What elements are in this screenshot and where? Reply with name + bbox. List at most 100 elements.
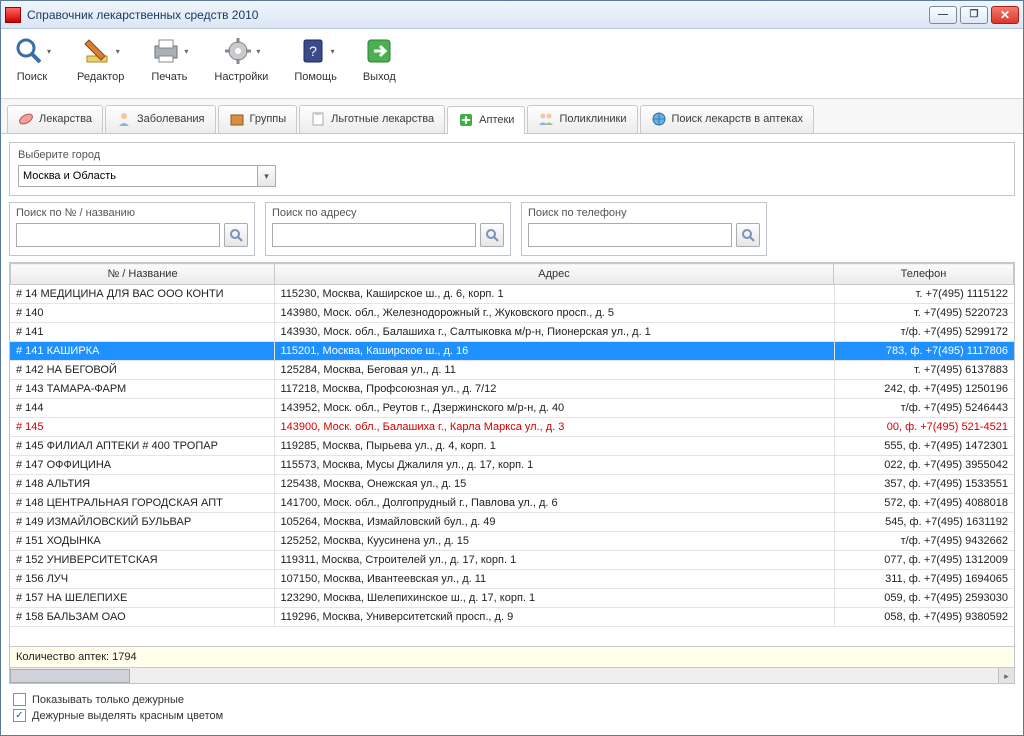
cell-address: 115230, Москва, Каширское ш., д. 6, корп… — [274, 285, 834, 304]
dropdown-caret-icon: ▾ — [116, 47, 120, 56]
table-row[interactable]: # 152 УНИВЕРСИТЕТСКАЯ119311, Москва, Стр… — [10, 551, 1014, 570]
cell-phone: 783, ф. +7(495) 1117806 — [834, 342, 1014, 361]
tab-label: Группы — [250, 113, 287, 125]
cell-address: 119311, Москва, Строителей ул., д. 17, к… — [274, 551, 834, 570]
cell-phone: 242, ф. +7(495) 1250196 — [834, 380, 1014, 399]
table-row[interactable]: # 143 ТАМАРА-ФАРМ117218, Москва, Профсою… — [10, 380, 1014, 399]
toolbar-label: Поиск — [17, 71, 47, 83]
search-by-phone-button[interactable] — [736, 223, 760, 247]
city-label: Выберите город — [18, 149, 1006, 161]
cell-address: 125438, Москва, Онежская ул., д. 15 — [274, 475, 834, 494]
checkbox-duty-red[interactable]: ✓ — [13, 709, 26, 722]
table-row[interactable]: # 157 НА ШЕЛЕПИХЕ123290, Москва, Шелепих… — [10, 589, 1014, 608]
cell-phone: т/ф. +7(495) 5299172 — [834, 323, 1014, 342]
minimize-button[interactable]: — — [929, 6, 957, 24]
tab-medicines[interactable]: Лекарства — [7, 105, 103, 133]
search-by-address-button[interactable] — [480, 223, 504, 247]
column-header-name[interactable]: № / Название — [11, 264, 275, 285]
pharmacy-table: № / Название Адрес Телефон # 14 МЕДИЦИНА… — [9, 262, 1015, 684]
cell-phone: т. +7(495) 5220723 — [834, 304, 1014, 323]
toolbar-settings[interactable]: ▾ Настройки — [214, 35, 268, 83]
cell-phone: т. +7(495) 6137883 — [834, 361, 1014, 380]
table-row[interactable]: # 148 АЛЬТИЯ125438, Москва, Онежская ул.… — [10, 475, 1014, 494]
gear-icon — [222, 35, 254, 67]
cell-address: 143930, Моск. обл., Балашиха г., Салтыко… — [274, 323, 834, 342]
toolbar-print[interactable]: ▾ Печать — [150, 35, 188, 83]
cell-name: # 147 ОФФИЦИНА — [10, 456, 274, 475]
cell-phone: 077, ф. +7(495) 1312009 — [834, 551, 1014, 570]
search-icon — [229, 228, 243, 242]
search-by-phone-input[interactable] — [528, 223, 732, 247]
person-icon — [116, 111, 132, 127]
tab-pharmacies[interactable]: Аптеки — [447, 106, 525, 134]
scroll-thumb[interactable] — [10, 669, 130, 683]
svg-text:?: ? — [309, 43, 317, 59]
table-row[interactable]: # 156 ЛУЧ107150, Москва, Ивантеевская ул… — [10, 570, 1014, 589]
checkbox-label: Показывать только дежурные — [32, 694, 184, 706]
table-row[interactable]: # 141 КАШИРКА115201, Москва, Каширское ш… — [10, 342, 1014, 361]
search-by-name-button[interactable] — [224, 223, 248, 247]
table-row[interactable]: # 14 МЕДИЦИНА ДЛЯ ВАС ООО КОНТИ115230, М… — [10, 285, 1014, 304]
table-row[interactable]: # 145 ФИЛИАЛ АПТЕКИ # 400 ТРОПАР119285, … — [10, 437, 1014, 456]
table-row[interactable]: # 145143900, Моск. обл., Балашиха г., Ка… — [10, 418, 1014, 437]
plus-icon — [458, 112, 474, 128]
tab-diseases[interactable]: Заболевания — [105, 105, 216, 133]
toolbar-label: Помощь — [294, 71, 337, 83]
checkbox-duty-only[interactable] — [13, 693, 26, 706]
horizontal-scrollbar[interactable]: ▸ — [10, 667, 1014, 683]
table-row[interactable]: # 140143980, Моск. обл., Железнодорожный… — [10, 304, 1014, 323]
title-bar: Справочник лекарственных средств 2010 — … — [1, 1, 1023, 29]
tab-clinics[interactable]: Поликлиники — [527, 105, 637, 133]
table-row[interactable]: # 148 ЦЕНТРАЛЬНАЯ ГОРОДСКАЯ АПТ141700, М… — [10, 494, 1014, 513]
search-label: Поиск по № / названию — [16, 207, 248, 219]
tab-label: Поиск лекарств в аптеках — [672, 113, 803, 125]
toolbar-search[interactable]: ▾ Поиск — [13, 35, 51, 83]
table-row[interactable]: # 144143952, Моск. обл., Реутов г., Дзер… — [10, 399, 1014, 418]
cell-address: 143952, Моск. обл., Реутов г., Дзержинск… — [274, 399, 834, 418]
tab-pharmacy-search[interactable]: Поиск лекарств в аптеках — [640, 105, 814, 133]
close-button[interactable]: ✕ — [991, 6, 1019, 24]
table-row[interactable]: # 141143930, Моск. обл., Балашиха г., Са… — [10, 323, 1014, 342]
exit-icon — [363, 35, 395, 67]
search-by-address-input[interactable] — [272, 223, 476, 247]
window-title: Справочник лекарственных средств 2010 — [27, 8, 929, 22]
cell-address: 143900, Моск. обл., Балашиха г., Карла М… — [274, 418, 834, 437]
toolbar-exit[interactable]: Выход — [363, 35, 396, 83]
maximize-button[interactable]: ❐ — [960, 6, 988, 24]
cell-phone: т/ф. +7(495) 5246443 — [834, 399, 1014, 418]
table-row[interactable]: # 151 ХОДЫНКА125252, Москва, Куусинена у… — [10, 532, 1014, 551]
checkbox-label: Дежурные выделять красным цветом — [32, 710, 223, 722]
combo-caret-icon[interactable]: ▾ — [258, 165, 276, 187]
table-row[interactable]: # 142 НА БЕГОВОЙ125284, Москва, Беговая … — [10, 361, 1014, 380]
tab-benefits[interactable]: Льготные лекарства — [299, 105, 445, 133]
cell-phone: 311, ф. +7(495) 1694065 — [834, 570, 1014, 589]
cell-address: 125284, Москва, Беговая ул., д. 11 — [274, 361, 834, 380]
search-by-name-input[interactable] — [16, 223, 220, 247]
scroll-right-icon[interactable]: ▸ — [998, 668, 1014, 684]
cell-address: 119285, Москва, Пырьева ул., д. 4, корп.… — [274, 437, 834, 456]
cell-name: # 145 ФИЛИАЛ АПТЕКИ # 400 ТРОПАР — [10, 437, 274, 456]
cell-name: # 144 — [10, 399, 274, 418]
cell-address: 105264, Москва, Измайловский бул., д. 49 — [274, 513, 834, 532]
edit-icon — [82, 35, 114, 67]
toolbar-label: Выход — [363, 71, 396, 83]
toolbar-help[interactable]: ? ▾ Помощь — [294, 35, 337, 83]
column-header-address[interactable]: Адрес — [275, 264, 834, 285]
pill-icon — [18, 111, 34, 127]
search-label: Поиск по телефону — [528, 207, 760, 219]
cell-name: # 143 ТАМАРА-ФАРМ — [10, 380, 274, 399]
cell-name: # 152 УНИВЕРСИТЕТСКАЯ — [10, 551, 274, 570]
cell-name: # 157 НА ШЕЛЕПИХЕ — [10, 589, 274, 608]
column-header-phone[interactable]: Телефон — [834, 264, 1014, 285]
table-row[interactable]: # 149 ИЗМАЙЛОВСКИЙ БУЛЬВАР105264, Москва… — [10, 513, 1014, 532]
toolbar-editor[interactable]: ▾ Редактор — [77, 35, 124, 83]
tab-groups[interactable]: Группы — [218, 105, 298, 133]
city-combo[interactable] — [18, 165, 258, 187]
cell-phone: 00, ф. +7(495) 521-4521 — [834, 418, 1014, 437]
table-row[interactable]: # 158 БАЛЬЗАМ ОАО119296, Москва, Универс… — [10, 608, 1014, 627]
cell-phone: 572, ф. +7(495) 4088018 — [834, 494, 1014, 513]
search-label: Поиск по адресу — [272, 207, 504, 219]
cell-address: 115573, Москва, Мусы Джалиля ул., д. 17,… — [274, 456, 834, 475]
cell-phone: 545, ф. +7(495) 1631192 — [834, 513, 1014, 532]
table-row[interactable]: # 147 ОФФИЦИНА115573, Москва, Мусы Джали… — [10, 456, 1014, 475]
